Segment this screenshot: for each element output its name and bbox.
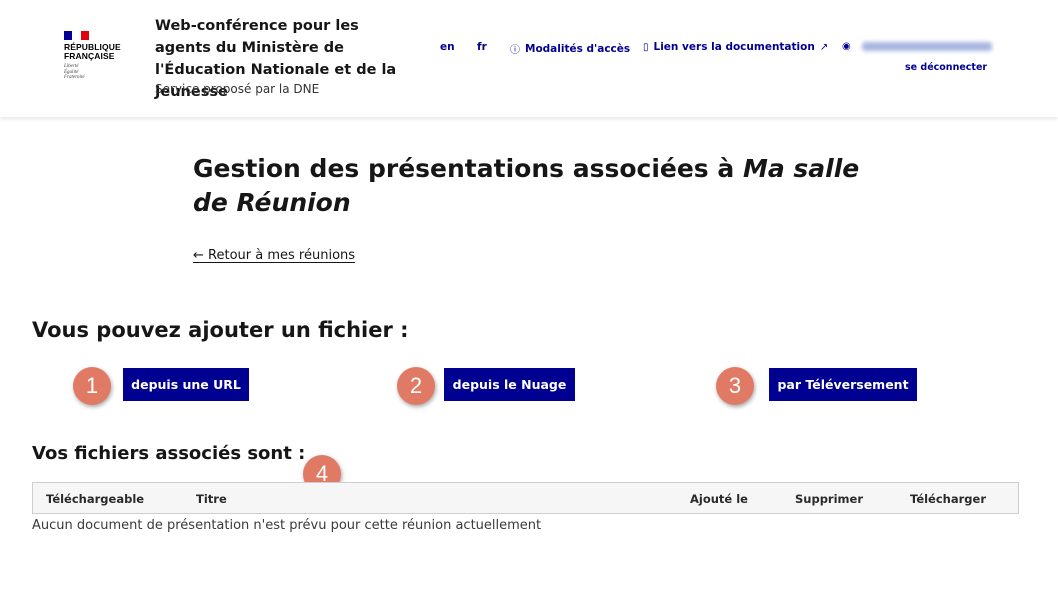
associated-files-heading: Vos fichiers associés sont : (32, 443, 306, 464)
access-link[interactable]: ⓘ Modalités d'accès (510, 41, 631, 57)
documentation-link-label: Lien vers la documentation (653, 41, 815, 53)
add-from-cloud-button[interactable]: depuis le Nuage (444, 368, 575, 401)
external-link-icon: ↗ (819, 41, 829, 53)
info-icon: ⓘ (510, 45, 520, 56)
service-subtitle: Service proposé par la DNE (155, 82, 320, 96)
arrow-left-icon: ← (193, 248, 204, 263)
files-table-header: Téléchargeable Titre Ajouté le Supprimer… (32, 482, 1019, 514)
step-marker-1: 1 (73, 367, 111, 405)
user-icon: ◉ (842, 41, 851, 52)
add-from-url-button[interactable]: depuis une URL (123, 368, 249, 401)
back-link-label: Retour à mes réunions (208, 248, 356, 263)
book-icon: ▯ (643, 41, 649, 53)
user-account[interactable]: ◉ (842, 41, 992, 52)
lang-en-link[interactable]: en (440, 41, 455, 53)
republique-francaise-logo[interactable]: RÉPUBLIQUE FRANÇAISE Liberté Égalité Fra… (64, 31, 134, 81)
logout-link[interactable]: se déconnecter (905, 62, 987, 73)
motto-fraternite: Fraternité (64, 75, 85, 80)
logo-motto: Liberté Égalité Fraternité (64, 64, 134, 81)
documentation-link[interactable]: ▯ Lien vers la documentation ↗ (643, 41, 828, 53)
empty-files-message: Aucun document de présentation n'est pré… (32, 518, 542, 533)
step-marker-2: 2 (397, 367, 435, 405)
upload-file-button[interactable]: par Téléversement (769, 368, 917, 401)
back-to-meetings-link[interactable]: ← Retour à mes réunions (193, 248, 355, 263)
page-title-prefix: Gestion des présentations associées à (193, 154, 743, 183)
page-title: Gestion des présentations associées à Ma… (193, 152, 873, 220)
access-link-label: Modalités d'accès (525, 42, 631, 55)
lang-fr-link[interactable]: fr (477, 41, 487, 53)
logo-text-line2: FRANÇAISE (64, 51, 115, 61)
column-download: Télécharger (910, 492, 986, 506)
site-header: RÉPUBLIQUE FRANÇAISE Liberté Égalité Fra… (0, 0, 1058, 117)
step-marker-3: 3 (716, 367, 754, 405)
user-name-blurred (861, 42, 992, 51)
add-file-heading: Vous pouvez ajouter un fichier : (32, 318, 409, 342)
column-added-on: Ajouté le (690, 492, 748, 506)
column-title: Titre (196, 492, 227, 506)
column-downloadable: Téléchargeable (46, 492, 145, 506)
french-flag-icon (64, 31, 89, 40)
column-delete: Supprimer (795, 492, 864, 506)
